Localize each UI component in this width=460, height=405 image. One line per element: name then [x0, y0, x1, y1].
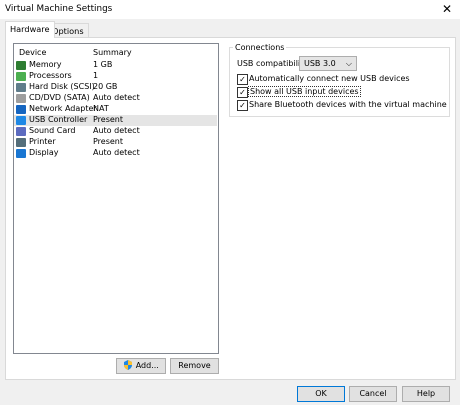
- share-bluetooth-checkbox[interactable]: ✓: [237, 100, 248, 111]
- show-all-usb-label[interactable]: Show all USB input devices: [248, 86, 361, 97]
- device-row[interactable]: Sound Card Auto detect: [14, 126, 217, 137]
- auto-connect-label[interactable]: Automatically connect new USB devices: [249, 74, 410, 83]
- tab-hardware[interactable]: Hardware: [5, 21, 55, 38]
- device-summary: Auto detect: [93, 148, 140, 157]
- usb-compatibility-select[interactable]: USB 3.0 ⌵: [299, 56, 357, 71]
- summary-column-header[interactable]: Summary: [93, 48, 132, 57]
- device-summary: Present: [93, 115, 124, 124]
- window-title: Virtual Machine Settings: [5, 4, 113, 14]
- shield-icon: [124, 360, 133, 370]
- device-summary: NAT: [93, 104, 109, 113]
- device-summary: 1: [93, 71, 99, 80]
- add-button-label: Add...: [135, 361, 159, 370]
- device-name: USB Controller: [29, 115, 88, 124]
- device-name: CD/DVD (SATA): [29, 93, 90, 102]
- device-row[interactable]: Hard Disk (SCSI) 20 GB: [14, 82, 217, 93]
- device-name: Printer: [29, 137, 56, 146]
- show-all-usb-checkbox[interactable]: ✓: [237, 87, 248, 98]
- usb-controller-icon: [16, 116, 26, 125]
- network-adapter-icon: [16, 105, 26, 114]
- connections-legend: Connections: [233, 43, 287, 52]
- device-summary: Auto detect: [93, 93, 140, 102]
- chevron-down-icon: ⌵: [345, 59, 352, 68]
- device-row[interactable]: Processors 1: [14, 71, 217, 82]
- close-icon[interactable]: ✕: [440, 2, 454, 16]
- help-button[interactable]: Help: [402, 386, 450, 402]
- remove-button[interactable]: Remove: [170, 358, 219, 374]
- display-icon: [16, 149, 26, 158]
- device-name: Network Adapter: [29, 104, 97, 113]
- device-summary: 1 GB: [93, 60, 113, 69]
- device-name: Sound Card: [29, 126, 76, 135]
- device-row[interactable]: CD/DVD (SATA) Auto detect: [14, 93, 217, 104]
- device-name: Hard Disk (SCSI): [29, 82, 95, 91]
- share-bluetooth-label[interactable]: Share Bluetooth devices with the virtual…: [249, 100, 447, 109]
- device-column-header[interactable]: Device: [19, 48, 46, 57]
- device-row[interactable]: Memory 1 GB: [14, 60, 217, 71]
- processor-icon: [16, 72, 26, 81]
- hard-disk-icon: [16, 83, 26, 92]
- cd-dvd-icon: [16, 94, 26, 103]
- device-row[interactable]: Network Adapter NAT: [14, 104, 217, 115]
- auto-connect-checkbox[interactable]: ✓: [237, 74, 248, 85]
- device-row[interactable]: Printer Present: [14, 137, 217, 148]
- printer-icon: [16, 138, 26, 147]
- add-button[interactable]: Add...: [116, 358, 166, 374]
- device-name: Memory: [29, 60, 62, 69]
- ok-button[interactable]: OK: [297, 386, 345, 402]
- device-row[interactable]: USB Controller Present: [14, 115, 217, 126]
- device-summary: Present: [93, 137, 124, 146]
- sound-card-icon: [16, 127, 26, 136]
- device-row[interactable]: Display Auto detect: [14, 148, 217, 159]
- device-name: Display: [29, 148, 59, 157]
- device-summary: 20 GB: [93, 82, 118, 91]
- device-summary: Auto detect: [93, 126, 140, 135]
- usb-compatibility-value: USB 3.0: [304, 59, 336, 68]
- memory-icon: [16, 61, 26, 70]
- cancel-button[interactable]: Cancel: [349, 386, 397, 402]
- device-name: Processors: [29, 71, 72, 80]
